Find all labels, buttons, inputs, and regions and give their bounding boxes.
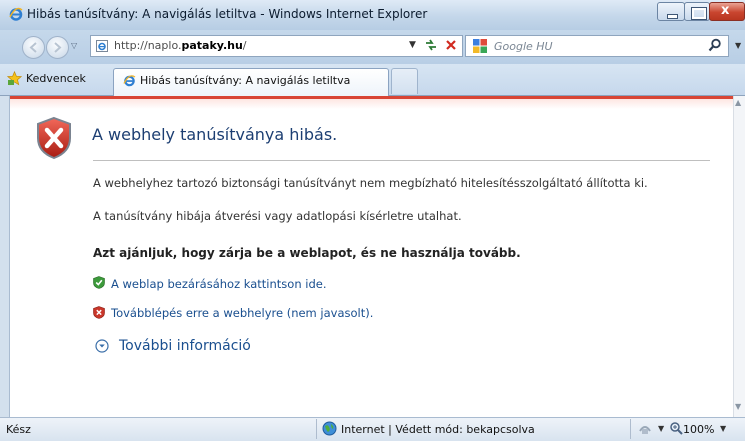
globe-icon — [322, 421, 337, 436]
error-shield-icon — [37, 116, 71, 160]
url-text[interactable]: http://naplo.pataky.hu/ — [114, 39, 247, 52]
ie-logo-icon — [9, 7, 23, 21]
minimize-button[interactable] — [657, 2, 685, 21]
window-title: Hibás tanúsítvány: A navigálás letiltva … — [27, 7, 428, 21]
red-shield-icon — [93, 306, 105, 319]
forward-arrow-icon — [54, 42, 62, 53]
security-settings-icon[interactable] — [638, 421, 652, 435]
scroll-down-icon[interactable]: ▼ — [735, 402, 741, 411]
search-placeholder: Google HU — [494, 40, 553, 53]
close-icon: x — [721, 3, 730, 18]
forward-button[interactable] — [46, 36, 69, 59]
refresh-icon[interactable] — [423, 37, 439, 53]
title-divider — [93, 160, 710, 161]
url-suffix: / — [242, 39, 247, 52]
google-icon — [473, 39, 487, 53]
url-domain: pataky.hu — [181, 39, 243, 52]
warning-paragraph: A tanúsítvány hibája átverési vagy adatl… — [93, 209, 462, 223]
maximize-button[interactable] — [684, 2, 710, 21]
more-info-link[interactable]: További információ — [119, 338, 251, 354]
stop-icon[interactable] — [443, 37, 459, 53]
close-page-link[interactable]: A weblap bezárásához kattintson ide. — [111, 277, 327, 291]
description-paragraph: A webhelyhez tartozó biztonsági tanúsítv… — [93, 176, 648, 190]
star-icon[interactable] — [7, 71, 22, 86]
recommendation-text: Azt ajánljuk, hogy zárja be a weblapot, … — [93, 246, 521, 260]
zoom-level[interactable]: 100% — [683, 423, 714, 436]
search-icon[interactable] — [708, 38, 722, 52]
search-dropdown-icon[interactable]: ▼ — [735, 41, 741, 50]
status-separator — [316, 419, 317, 439]
back-arrow-icon — [29, 42, 37, 53]
history-dropdown-icon[interactable]: ▽ — [71, 41, 77, 50]
scroll-up-icon[interactable]: ▲ — [735, 98, 741, 107]
vertical-scrollbar[interactable] — [733, 96, 745, 417]
window-left-edge — [0, 96, 10, 417]
close-window-button[interactable]: x — [709, 2, 745, 21]
favorites-button[interactable]: Kedvencek — [26, 72, 86, 85]
minimize-icon — [667, 14, 678, 19]
new-tab-button[interactable] — [391, 68, 418, 94]
green-shield-icon — [93, 276, 105, 289]
zoom-dropdown-icon[interactable]: ▼ — [720, 424, 726, 433]
back-button[interactable] — [22, 36, 45, 59]
ie-tab-icon — [123, 75, 136, 87]
continue-to-site-link[interactable]: Továbblépés erre a webhelyre (nem javaso… — [111, 306, 373, 320]
security-zone-text[interactable]: Internet | Védett mód: bekapcsolva — [341, 423, 535, 436]
tab-label[interactable]: Hibás tanúsítvány: A navigálás letiltva — [140, 74, 350, 87]
status-separator — [630, 419, 631, 439]
address-dropdown-icon[interactable]: ▼ — [409, 40, 416, 50]
security-dropdown-icon[interactable]: ▼ — [658, 424, 664, 433]
url-prefix: http://naplo. — [114, 39, 182, 52]
chevron-down-circle-icon[interactable] — [95, 339, 109, 353]
zoom-icon[interactable] — [669, 421, 683, 435]
page-title: A webhely tanúsítványa hibás. — [92, 125, 338, 144]
maximize-icon — [691, 7, 707, 20]
ie-page-icon — [96, 40, 108, 52]
status-text: Kész — [6, 423, 31, 436]
error-banner-fade — [10, 99, 733, 109]
